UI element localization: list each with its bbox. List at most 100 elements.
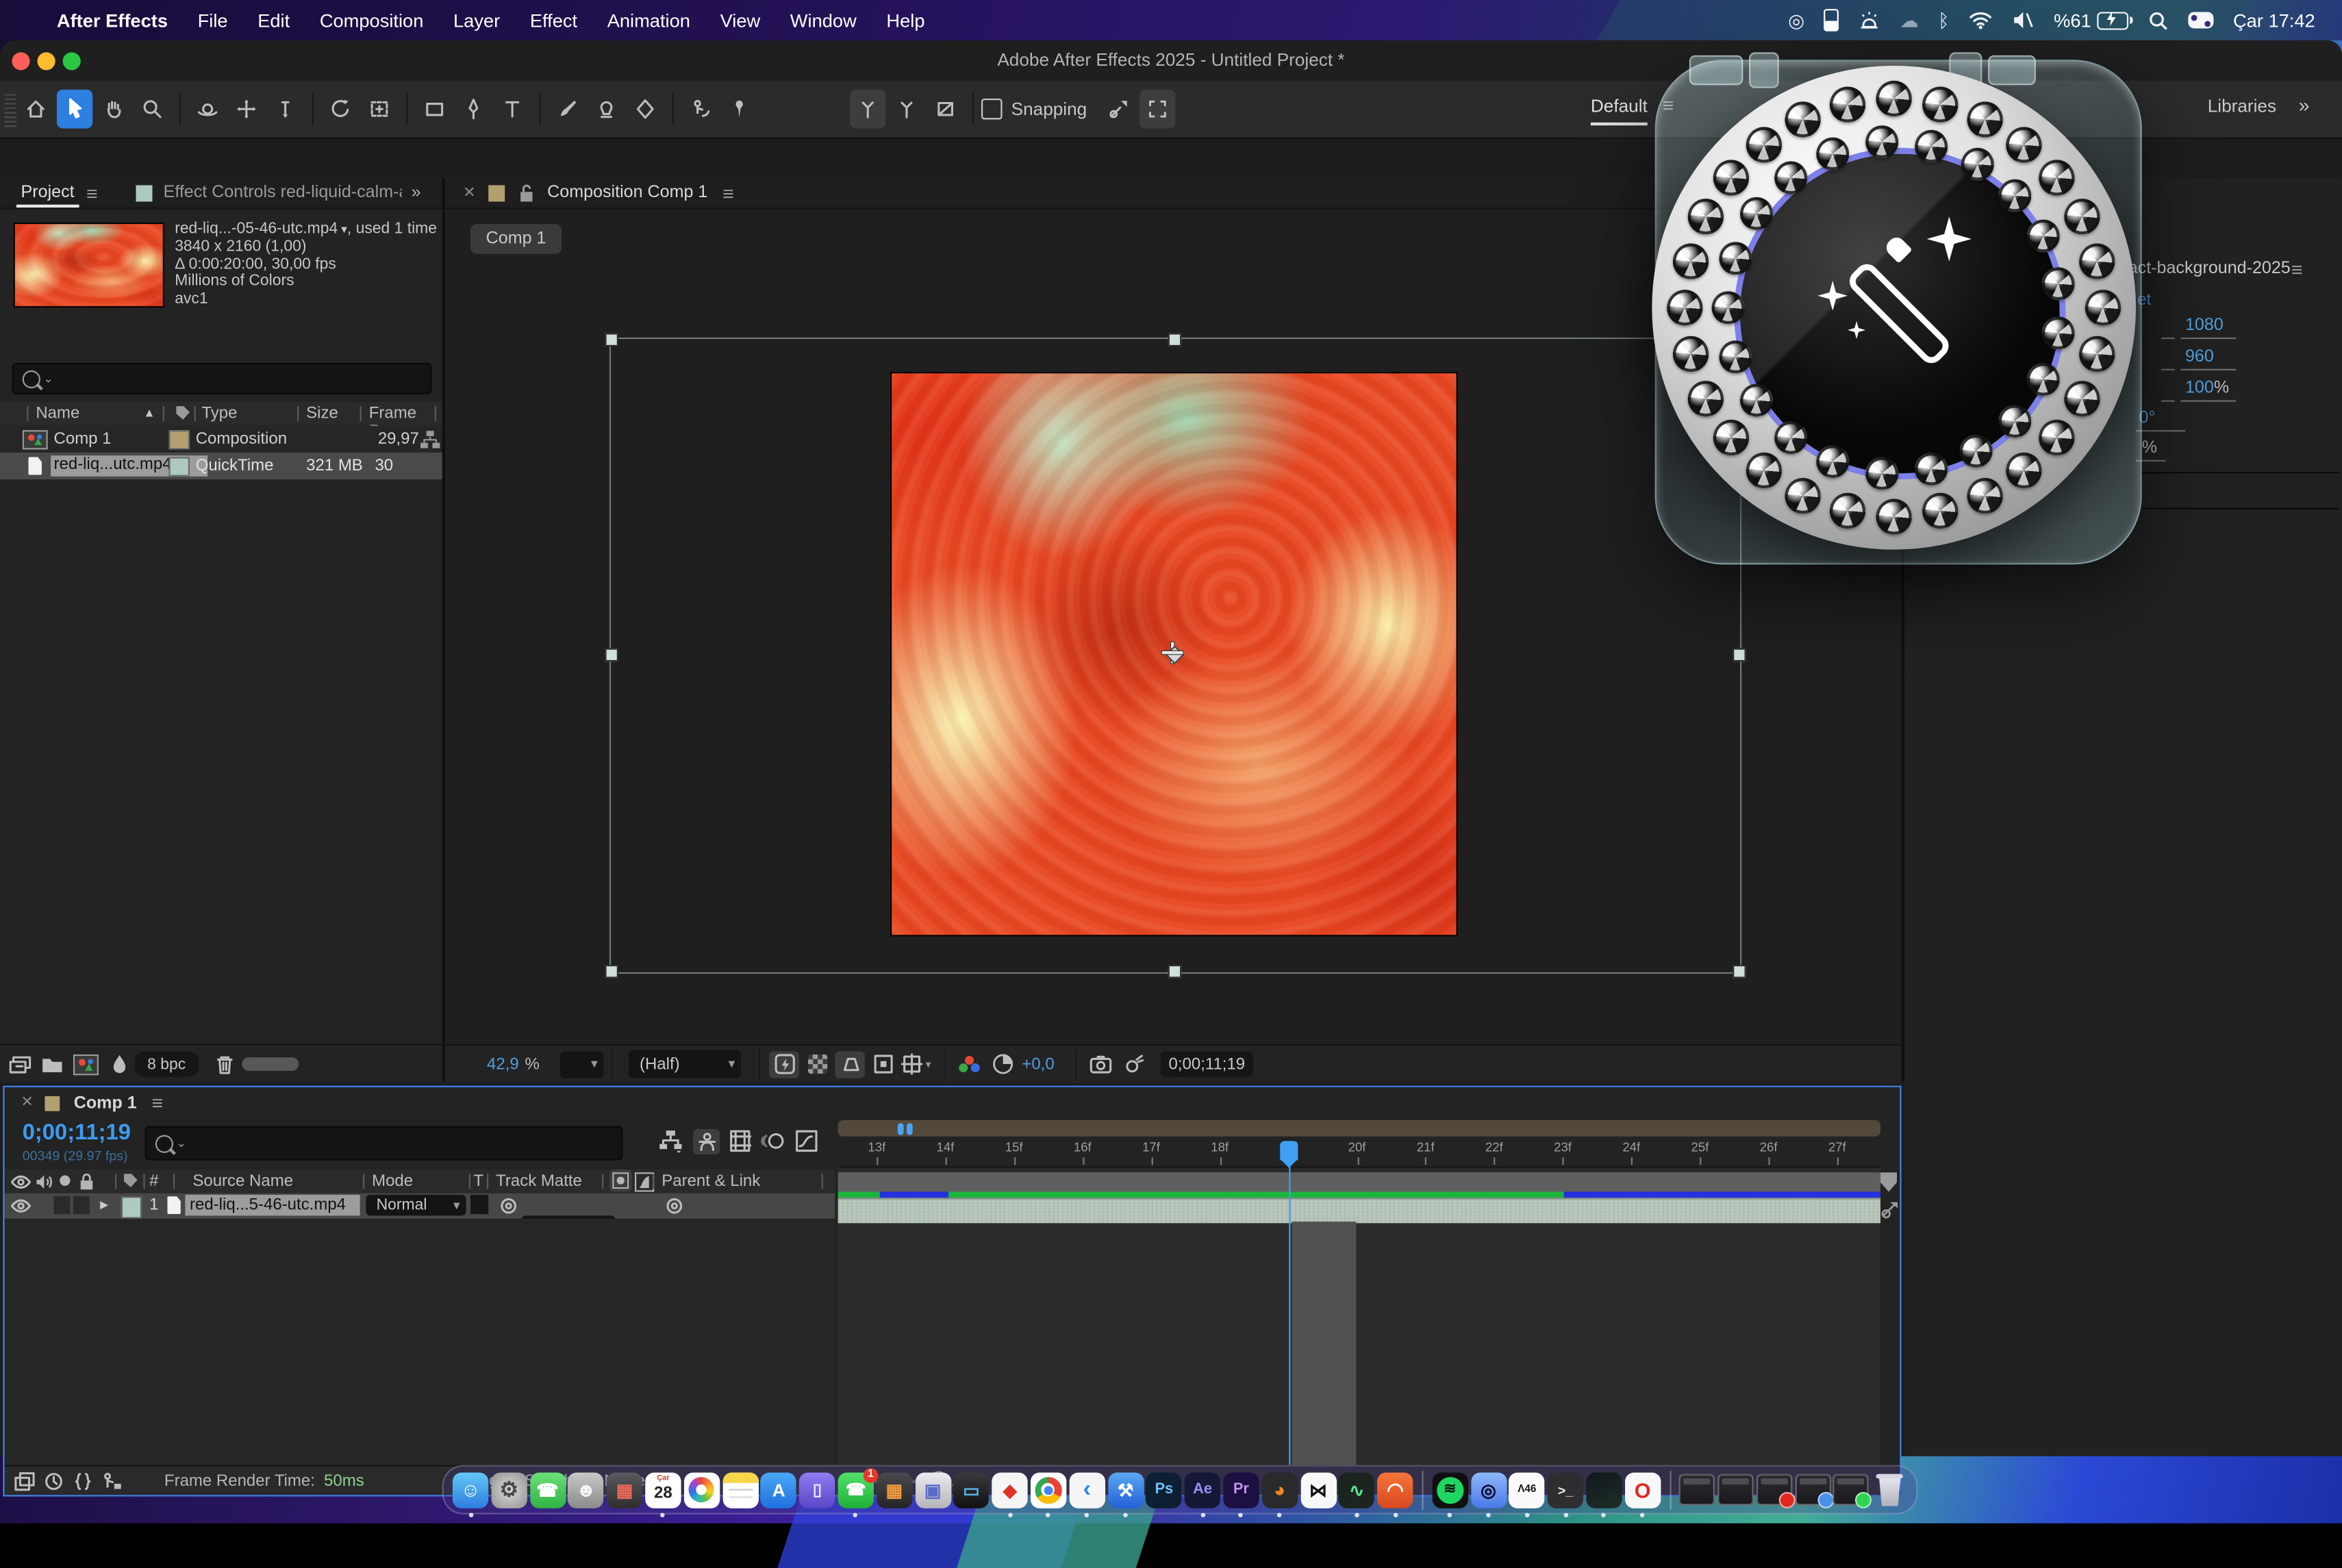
timeline-menu-icon[interactable]: ≡ <box>152 1091 164 1114</box>
dock-display-app[interactable]: ▭ <box>953 1471 989 1507</box>
layer-source-name[interactable]: red-liq...5-46-utc.mp4 <box>185 1195 360 1216</box>
project-search-input[interactable]: ⌄ <box>12 363 431 394</box>
dock-camera-ai[interactable]: ◎ <box>1470 1471 1506 1507</box>
dock-whatsapp[interactable]: ☎1 <box>838 1471 874 1507</box>
comp-panel-menu-icon[interactable]: ≡ <box>722 181 734 204</box>
control-center-icon[interactable] <box>2189 8 2214 32</box>
menu-window[interactable]: Window <box>790 10 857 31</box>
preserve-transparency-icon[interactable] <box>609 1169 632 1192</box>
selection-handle-nw[interactable] <box>605 333 618 346</box>
search-icon[interactable] <box>2148 8 2169 32</box>
dock-window-thumb-1[interactable] <box>1679 1471 1715 1507</box>
selection-handle-w[interactable] <box>605 648 618 662</box>
menu-help[interactable]: Help <box>886 10 924 31</box>
footage-thumbnail[interactable] <box>14 223 164 307</box>
dock-system-settings[interactable]: ⚙ <box>491 1471 527 1507</box>
dock-after-effects[interactable]: Ae <box>1185 1471 1220 1507</box>
timeline-search-input[interactable]: ⌄ <box>145 1126 623 1161</box>
label-color-chip[interactable] <box>168 430 190 449</box>
dock-capcut[interactable]: ⋈ <box>1300 1471 1336 1507</box>
dock-dark-viewer[interactable] <box>1586 1471 1622 1507</box>
dock-chrome[interactable] <box>1031 1471 1066 1507</box>
transfer-controls-pane-icon[interactable] <box>100 1470 123 1491</box>
column-type[interactable]: Type <box>201 405 237 422</box>
snapping-checkbox[interactable] <box>981 99 1003 120</box>
orbit-camera-tool[interactable] <box>190 90 225 129</box>
column-name[interactable]: Name <box>36 405 79 422</box>
selection-handle-s[interactable] <box>1168 965 1182 978</box>
blend-mode-dropdown[interactable]: Normal <box>366 1195 466 1216</box>
zoom-value[interactable]: 42,9 <box>487 1055 519 1073</box>
interpret-footage-icon[interactable] <box>9 1053 33 1077</box>
dolly-camera-tool[interactable] <box>267 90 303 129</box>
navigator-handle-out[interactable] <box>907 1122 913 1134</box>
delete-icon[interactable] <box>214 1053 236 1077</box>
exposure-icon[interactable] <box>987 1050 1018 1077</box>
column-track-matte[interactable]: Track Matte <box>496 1172 582 1190</box>
property-value-scale[interactable]: 100 <box>2185 379 2214 397</box>
parent-pickwhip-icon[interactable] <box>665 1196 684 1215</box>
timeline-timecode[interactable]: 0;00;11;19 <box>23 1120 131 1146</box>
menu-bar-clock[interactable]: Çar 17:42 <box>2233 10 2315 31</box>
device-icon[interactable] <box>1824 8 1839 32</box>
selection-handle-n[interactable] <box>1168 333 1182 346</box>
dock-app-store[interactable]: A <box>761 1471 796 1507</box>
resolution-dropdown[interactable]: (Half) <box>629 1050 742 1078</box>
pan-behind-tool[interactable] <box>362 90 397 129</box>
layer-label-chip[interactable] <box>121 1196 142 1219</box>
rectangle-tool[interactable] <box>417 90 453 129</box>
column-source-name[interactable]: Source Name <box>192 1172 293 1190</box>
dock-calculator[interactable]: ▦ <box>877 1471 912 1507</box>
tab-effect-controls[interactable]: Effect Controls red-liquid-calm-absti <box>164 184 403 201</box>
toolbar-overflow-chevrons[interactable]: » <box>2299 94 2310 116</box>
close-tab-icon[interactable]: ✕ <box>463 184 475 201</box>
dock-terminal[interactable]: >_ <box>1548 1471 1583 1507</box>
layer-row[interactable]: ▸ 1 red-liq...5-46-utc.mp4 Normal No Mat… <box>5 1193 835 1219</box>
selection-handle-sw[interactable] <box>605 965 618 978</box>
rotation-tool[interactable] <box>323 90 358 129</box>
menu-composition[interactable]: Composition <box>320 10 424 31</box>
dock-notes[interactable] <box>722 1471 758 1507</box>
comp-marker-bin-icon[interactable] <box>1880 1172 1897 1191</box>
column-number[interactable]: # <box>149 1172 158 1190</box>
dock-hotspot[interactable]: ◠ <box>1377 1471 1413 1507</box>
cloud-icon[interactable]: ☁ <box>1900 8 1918 32</box>
record-icon[interactable]: ◎ <box>1788 8 1804 32</box>
dock-remote[interactable]: ▯ <box>799 1471 835 1507</box>
snapshot-icon[interactable] <box>1086 1050 1116 1077</box>
flowchart-icon[interactable] <box>420 429 441 448</box>
mask-visibility-toggle[interactable] <box>1139 90 1175 129</box>
dock-finder[interactable]: ☺ <box>453 1471 488 1507</box>
zoom-dropdown[interactable] <box>560 1050 603 1077</box>
column-parent-link[interactable]: Parent & Link <box>662 1172 760 1190</box>
selection-handle-se[interactable] <box>1733 965 1746 978</box>
exposure-value[interactable]: +0,0 <box>1022 1055 1054 1073</box>
view-axis-mode[interactable] <box>927 90 963 129</box>
dock-launchpad[interactable]: ▦ <box>607 1471 642 1507</box>
column-t[interactable]: T <box>473 1172 483 1190</box>
local-axis-mode[interactable] <box>850 90 885 129</box>
render-time-pane-icon[interactable] <box>43 1470 66 1491</box>
layer-visibility-eye-icon[interactable] <box>10 1196 32 1215</box>
dock-calendar[interactable]: Çar28 <box>645 1471 681 1507</box>
dock-xcode[interactable]: ⚒ <box>1107 1471 1143 1507</box>
selection-handle-e[interactable] <box>1733 648 1746 662</box>
dock-spotify[interactable]: ≋ <box>1432 1471 1468 1507</box>
dock-design-studio[interactable]: Λ46 <box>1509 1471 1545 1507</box>
alert-icon[interactable] <box>1858 8 1880 32</box>
menu-edit[interactable]: Edit <box>257 10 290 31</box>
eraser-tool[interactable] <box>627 90 663 129</box>
label-color-chip[interactable] <box>168 457 190 476</box>
transparency-grid-icon[interactable] <box>803 1050 833 1077</box>
graph-editor-icon[interactable] <box>794 1129 818 1153</box>
menu-view[interactable]: View <box>720 10 761 31</box>
bluetooth-icon[interactable]: ᛒ <box>1938 8 1949 32</box>
menu-after-effects[interactable]: After Effects <box>57 10 168 31</box>
dock-photoshop[interactable]: Ps <box>1146 1471 1182 1507</box>
unlock-icon[interactable] <box>519 183 536 202</box>
menu-animation[interactable]: Animation <box>607 10 690 31</box>
wifi-icon[interactable] <box>1969 8 1993 32</box>
property-value-height[interactable]: 960 <box>2185 348 2214 366</box>
dock-photos[interactable] <box>683 1471 719 1507</box>
composition-mini-flowchart-icon[interactable] <box>659 1129 684 1153</box>
